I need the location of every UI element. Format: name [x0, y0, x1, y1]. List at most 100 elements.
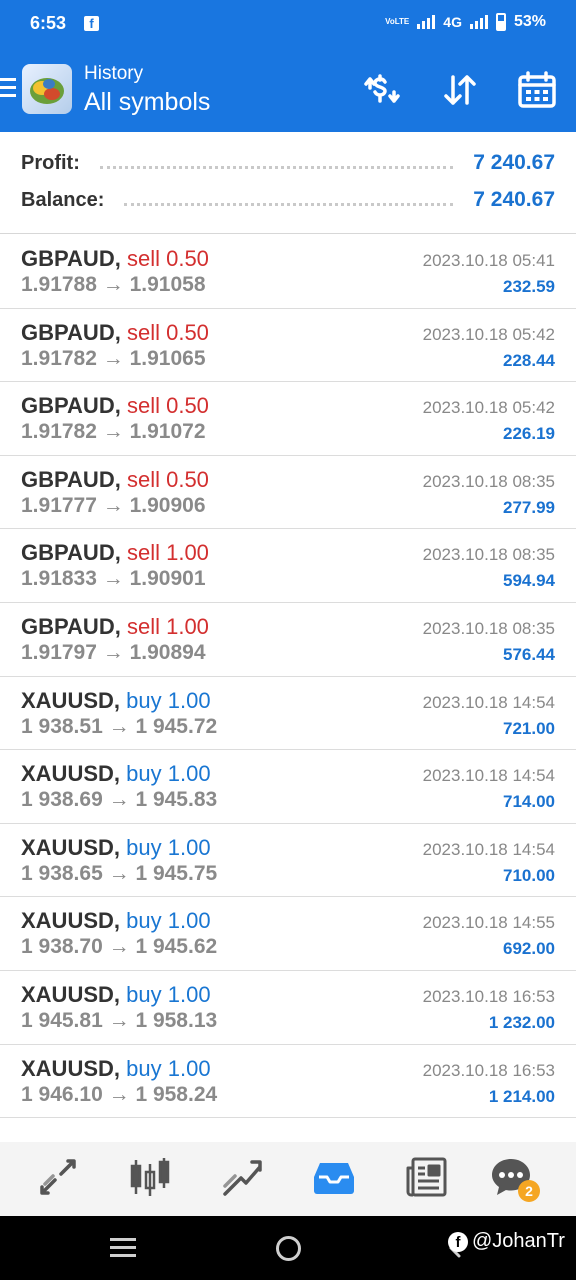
trade-profit: 232.59: [503, 277, 555, 296]
open-price: 1 938.69: [21, 788, 103, 812]
status-indicators: VoLTE 4G 53%: [385, 13, 546, 31]
trade-row[interactable]: GBPAUD, sell 1.00 1.91797 → 1.90894 2023…: [0, 603, 576, 677]
trade-time: 2023.10.18 08:35: [422, 545, 555, 565]
trade-header: GBPAUD, sell 0.50: [21, 467, 209, 493]
trade-icon[interactable]: [219, 1154, 265, 1200]
trade-row[interactable]: XAUUSD, buy 1.00 1 946.10 → 1 958.24 202…: [0, 1045, 576, 1119]
trade-row[interactable]: GBPAUD, sell 0.50 1.91782 → 1.91072 2023…: [0, 382, 576, 456]
volte-label: VoLTE: [385, 17, 410, 26]
history-icon[interactable]: [311, 1154, 357, 1200]
trade-row[interactable]: XAUUSD, buy 1.00 1 945.81 → 1 958.13 202…: [0, 971, 576, 1045]
arrow-right-icon: →: [108, 1082, 130, 1106]
trade-row[interactable]: GBPAUD, sell 0.50 1.91782 → 1.91065 2023…: [0, 309, 576, 383]
trade-volume: 0.50: [166, 319, 209, 345]
symbol-filter[interactable]: All symbols: [84, 88, 210, 117]
facebook-logo-icon: f: [448, 1231, 468, 1252]
recent-apps-icon[interactable]: [110, 1238, 136, 1262]
facebook-notification-icon: f: [84, 16, 99, 31]
close-price: 1.90901: [129, 567, 206, 591]
trade-symbol: GBPAUD,: [21, 393, 121, 419]
trade-header: GBPAUD, sell 1.00: [21, 614, 209, 640]
battery-percent: 53%: [513, 13, 546, 30]
trade-header: GBPAUD, sell 1.00: [21, 540, 209, 566]
arrow-right-icon: →: [102, 493, 124, 517]
home-icon[interactable]: [276, 1236, 301, 1261]
trade-history-list: GBPAUD, sell 0.50 1.91788 → 1.91058 2023…: [0, 235, 576, 1119]
trade-profit: 721.00: [503, 718, 555, 738]
quotes-icon[interactable]: [35, 1154, 81, 1200]
dotted-leader: [99, 165, 454, 169]
trade-header: XAUUSD, buy 1.00: [21, 835, 211, 861]
trade-time: 2023.10.18 14:54: [422, 692, 555, 712]
open-price: 1 938.51: [21, 714, 103, 738]
dotted-leader: [124, 202, 454, 206]
trade-side-volume: sell 0.50: [127, 320, 209, 345]
open-price: 1.91797: [21, 640, 97, 664]
open-price: 1.91777: [21, 493, 97, 517]
trade-time: 2023.10.18 05:42: [422, 324, 555, 344]
sort-icon[interactable]: [440, 70, 480, 110]
trade-side: sell: [126, 466, 160, 492]
close-price: 1.91065: [129, 346, 206, 370]
trade-side: sell: [126, 319, 160, 345]
trade-symbol: GBPAUD,: [21, 540, 121, 566]
calendar-icon[interactable]: [517, 70, 557, 110]
trade-symbol: GBPAUD,: [21, 466, 121, 492]
battery-icon: [495, 13, 506, 31]
arrow-right-icon: →: [102, 273, 124, 296]
trade-volume: 1.00: [167, 687, 211, 713]
trade-side: buy: [126, 687, 162, 713]
trade-side-volume: buy 1.00: [126, 982, 210, 1007]
balance-label: Balance:: [21, 188, 105, 211]
trade-header: XAUUSD, buy 1.00: [21, 688, 211, 714]
trade-row[interactable]: XAUUSD, buy 1.00 1 938.65 → 1 945.75 202…: [0, 824, 576, 898]
news-icon[interactable]: [403, 1154, 449, 1200]
trade-time: 2023.10.18 05:41: [422, 251, 555, 270]
close-price: 1.90906: [129, 493, 206, 517]
trade-symbol: XAUUSD,: [21, 908, 121, 934]
volte-indicator: VoLTE: [385, 18, 409, 26]
open-price: 1.91782: [21, 420, 97, 444]
trade-side-volume: sell 0.50: [127, 246, 209, 271]
trade-row[interactable]: XAUUSD, buy 1.00 1 938.69 → 1 945.83 202…: [0, 750, 576, 824]
metatrader-logo-icon: [22, 64, 72, 114]
trade-row[interactable]: GBPAUD, sell 0.50 1.91777 → 1.90906 2023…: [0, 456, 576, 530]
trade-symbol: XAUUSD,: [21, 981, 121, 1007]
trade-volume: 0.50: [166, 393, 209, 419]
trade-volume: 1.00: [167, 981, 211, 1007]
trade-side-volume: sell 1.00: [127, 540, 209, 565]
trade-side: buy: [126, 1055, 162, 1081]
trade-row[interactable]: XAUUSD, buy 1.00 1 938.51 → 1 945.72 202…: [0, 677, 576, 751]
trade-symbol: XAUUSD,: [21, 761, 121, 787]
trade-row[interactable]: GBPAUD, sell 0.50 1.91788 → 1.91058 2023…: [0, 235, 576, 309]
trade-row[interactable]: XAUUSD, buy 1.00 1 938.70 → 1 945.62 202…: [0, 897, 576, 971]
trade-header: XAUUSD, buy 1.00: [21, 982, 211, 1008]
trade-side-volume: buy 1.00: [126, 688, 210, 713]
trade-header: XAUUSD, buy 1.00: [21, 761, 211, 787]
menu-icon[interactable]: [0, 78, 16, 98]
trade-side: sell: [126, 393, 160, 419]
open-price: 1 945.81: [21, 1008, 103, 1032]
trade-side: sell: [126, 613, 160, 639]
trade-side: sell: [126, 246, 160, 271]
trade-header: GBPAUD, sell 0.50: [21, 320, 209, 346]
chat-icon[interactable]: 2: [488, 1154, 540, 1202]
watermark: f @JohanTr: [448, 1230, 565, 1253]
trade-side-volume: buy 1.00: [126, 1056, 210, 1081]
chart-icon[interactable]: [127, 1154, 173, 1200]
close-price: 1 945.83: [135, 788, 218, 812]
profit-value: 7 240.67: [473, 151, 555, 174]
bottom-navigation: 2: [0, 1142, 576, 1216]
currency-exchange-icon[interactable]: [361, 70, 401, 110]
network-type: 4G: [443, 14, 462, 30]
chat-badge: 2: [518, 1180, 540, 1202]
trade-profit: 710.00: [503, 865, 555, 885]
trade-profit: 277.99: [503, 497, 555, 517]
close-price: 1 945.75: [135, 861, 218, 885]
trade-volume: 0.50: [166, 246, 209, 271]
cell-signal-icon: [469, 15, 488, 29]
open-price: 1.91782: [21, 346, 97, 370]
trade-header: XAUUSD, buy 1.00: [21, 1056, 211, 1082]
trade-row[interactable]: GBPAUD, sell 1.00 1.91833 → 1.90901 2023…: [0, 529, 576, 603]
trade-time: 2023.10.18 08:35: [422, 471, 555, 491]
